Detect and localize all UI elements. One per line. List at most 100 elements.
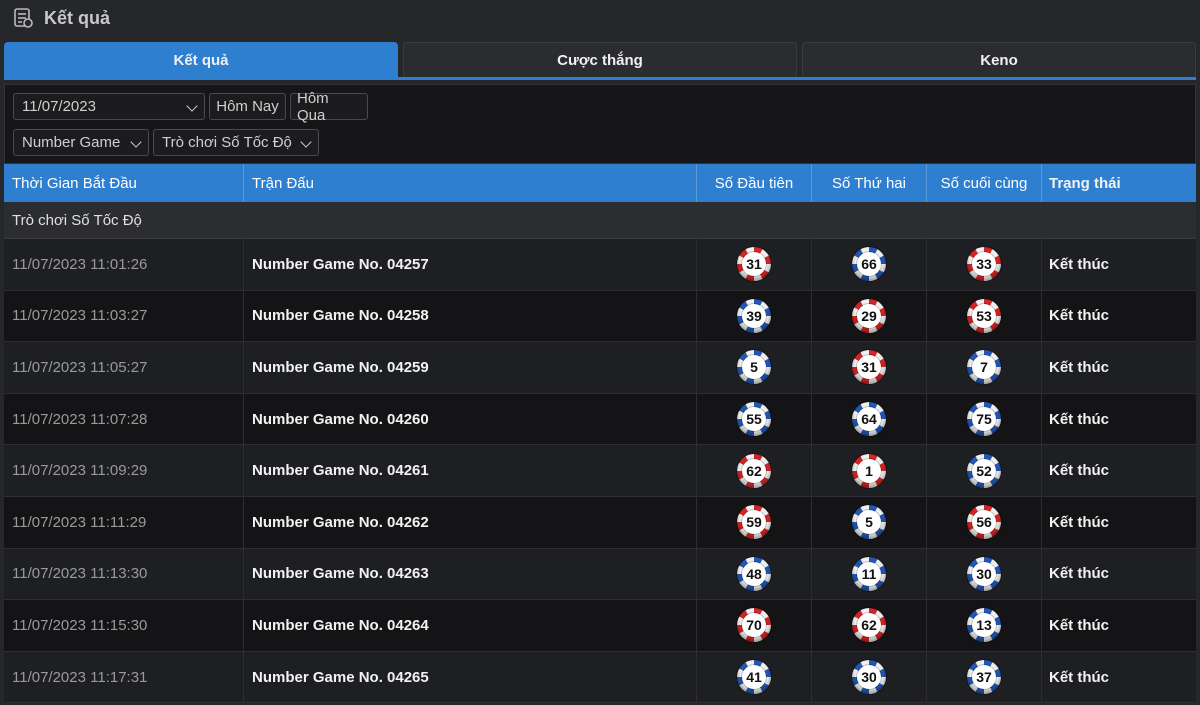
tab-bar: Kết quả Cược thắng Keno [4, 42, 1196, 80]
number-ball: 66 [852, 247, 886, 282]
number-ball-value: 5 [742, 355, 766, 380]
table-body: 11/07/2023 11:01:26 Number Game No. 04257… [4, 239, 1196, 704]
number-ball-value: 31 [742, 252, 766, 277]
number-ball: 39 [737, 298, 771, 333]
number-ball: 33 [967, 247, 1001, 282]
table-row[interactable]: 11/07/2023 11:07:28 Number Game No. 04260… [4, 393, 1196, 446]
game-mode-select[interactable]: Trò chơi Số Tốc Độ [153, 129, 319, 156]
start-time-cell: 11/07/2023 11:13:30 [4, 548, 244, 600]
table-row[interactable]: 11/07/2023 11:01:26 Number Game No. 04257… [4, 239, 1196, 291]
number-ball-value: 62 [742, 458, 766, 483]
chevron-down-icon [186, 100, 198, 112]
game-mode-value: Trò chơi Số Tốc Độ [162, 134, 292, 151]
number-ball: 62 [852, 608, 886, 643]
number-ball-value: 31 [857, 355, 881, 380]
second-number-cell: 5 [812, 496, 927, 548]
status-cell: Kết thúc [1049, 462, 1109, 480]
second-number-cell: 30 [812, 651, 927, 703]
table-row[interactable]: 11/07/2023 11:13:30 Number Game No. 04263… [4, 548, 1196, 601]
header-last-number[interactable]: Số cuối cùng [927, 164, 1042, 202]
table-row[interactable]: 11/07/2023 11:11:29 Number Game No. 04262… [4, 496, 1196, 549]
number-ball-value: 30 [857, 665, 881, 690]
group-row: Trò chơi Số Tốc Độ [4, 202, 1196, 239]
results-list-icon [14, 8, 33, 28]
second-number-cell: 64 [812, 393, 927, 445]
tab-winning-bets[interactable]: Cược thắng [403, 42, 797, 77]
table-row[interactable]: 11/07/2023 11:15:30 Number Game No. 04264… [4, 600, 1196, 652]
last-number-cell: 75 [927, 393, 1042, 445]
number-ball-value: 13 [972, 613, 996, 638]
number-ball-value: 1 [857, 458, 881, 483]
match-cell: Number Game No. 04261 [244, 445, 697, 496]
status-cell: Kết thúc [1049, 565, 1109, 583]
filter-panel: 11/07/2023 Hôm Nay Hôm Qua Number Game T… [4, 84, 1196, 164]
last-number-cell: 33 [927, 239, 1042, 290]
number-ball-value: 59 [742, 510, 766, 535]
number-ball: 30 [852, 660, 886, 695]
second-number-cell: 62 [812, 600, 927, 651]
number-ball: 48 [737, 556, 771, 591]
number-ball: 7 [967, 350, 1001, 385]
number-ball: 70 [737, 608, 771, 643]
header-match[interactable]: Trận Đấu [244, 164, 697, 202]
number-ball: 29 [852, 298, 886, 333]
number-ball-value: 48 [742, 561, 766, 586]
status-cell: Kết thúc [1049, 410, 1109, 428]
last-number-cell: 7 [927, 342, 1042, 393]
header-start-time[interactable]: Thời Gian Bắt Đầu [4, 164, 244, 202]
match-cell: Number Game No. 04258 [244, 290, 697, 342]
chevron-down-icon [130, 136, 142, 148]
start-time-cell: 11/07/2023 11:03:27 [4, 290, 244, 342]
table-row[interactable]: 11/07/2023 11:09:29 Number Game No. 04261… [4, 445, 1196, 497]
first-number-cell: 55 [697, 393, 812, 445]
header-second-number[interactable]: Số Thứ hai [812, 164, 927, 202]
number-ball: 64 [852, 402, 886, 437]
match-cell: Number Game No. 04265 [244, 651, 697, 703]
number-ball: 37 [967, 660, 1001, 695]
number-ball: 1 [852, 453, 886, 488]
number-ball-value: 30 [972, 561, 996, 586]
date-select-value: 11/07/2023 [22, 98, 96, 115]
table-row[interactable]: 11/07/2023 11:17:31 Number Game No. 04265… [4, 651, 1196, 704]
number-ball: 13 [967, 608, 1001, 643]
table-row[interactable]: 11/07/2023 11:05:27 Number Game No. 04259… [4, 342, 1196, 394]
number-ball-value: 55 [742, 407, 766, 432]
game-type-select[interactable]: Number Game [13, 129, 149, 156]
today-button[interactable]: Hôm Nay [209, 93, 286, 120]
number-ball-value: 29 [857, 303, 881, 328]
number-ball: 62 [737, 453, 771, 488]
start-time-cell: 11/07/2023 11:11:29 [4, 496, 244, 548]
number-ball-value: 41 [742, 665, 766, 690]
last-number-cell: 53 [927, 290, 1042, 342]
second-number-cell: 1 [812, 445, 927, 496]
number-ball-value: 56 [972, 510, 996, 535]
number-ball: 52 [967, 453, 1001, 488]
number-ball: 59 [737, 505, 771, 540]
status-cell: Kết thúc [1049, 358, 1109, 376]
number-ball-value: 11 [857, 561, 881, 586]
number-ball-value: 66 [857, 252, 881, 277]
yesterday-button[interactable]: Hôm Qua [290, 90, 368, 124]
tab-keno[interactable]: Keno [802, 42, 1196, 77]
start-time-cell: 11/07/2023 11:07:28 [4, 393, 244, 445]
date-select[interactable]: 11/07/2023 [13, 93, 205, 120]
number-ball: 5 [852, 505, 886, 540]
last-number-cell: 37 [927, 651, 1042, 703]
header-status[interactable]: Trạng thái [1042, 164, 1196, 202]
chevron-down-icon [300, 136, 312, 148]
table-row[interactable]: 11/07/2023 11:03:27 Number Game No. 04258… [4, 290, 1196, 343]
match-cell: Number Game No. 04264 [244, 600, 697, 651]
start-time-cell: 11/07/2023 11:05:27 [4, 342, 244, 393]
number-ball-value: 39 [742, 303, 766, 328]
first-number-cell: 62 [697, 445, 812, 496]
last-number-cell: 56 [927, 496, 1042, 548]
start-time-cell: 11/07/2023 11:09:29 [4, 445, 244, 496]
start-time-cell: 11/07/2023 11:17:31 [4, 651, 244, 703]
last-number-cell: 30 [927, 548, 1042, 600]
tab-results[interactable]: Kết quả [4, 42, 398, 77]
number-ball: 53 [967, 298, 1001, 333]
second-number-cell: 31 [812, 342, 927, 393]
first-number-cell: 39 [697, 290, 812, 342]
header-first-number[interactable]: Số Đầu tiên [697, 164, 812, 202]
number-ball-value: 5 [857, 510, 881, 535]
